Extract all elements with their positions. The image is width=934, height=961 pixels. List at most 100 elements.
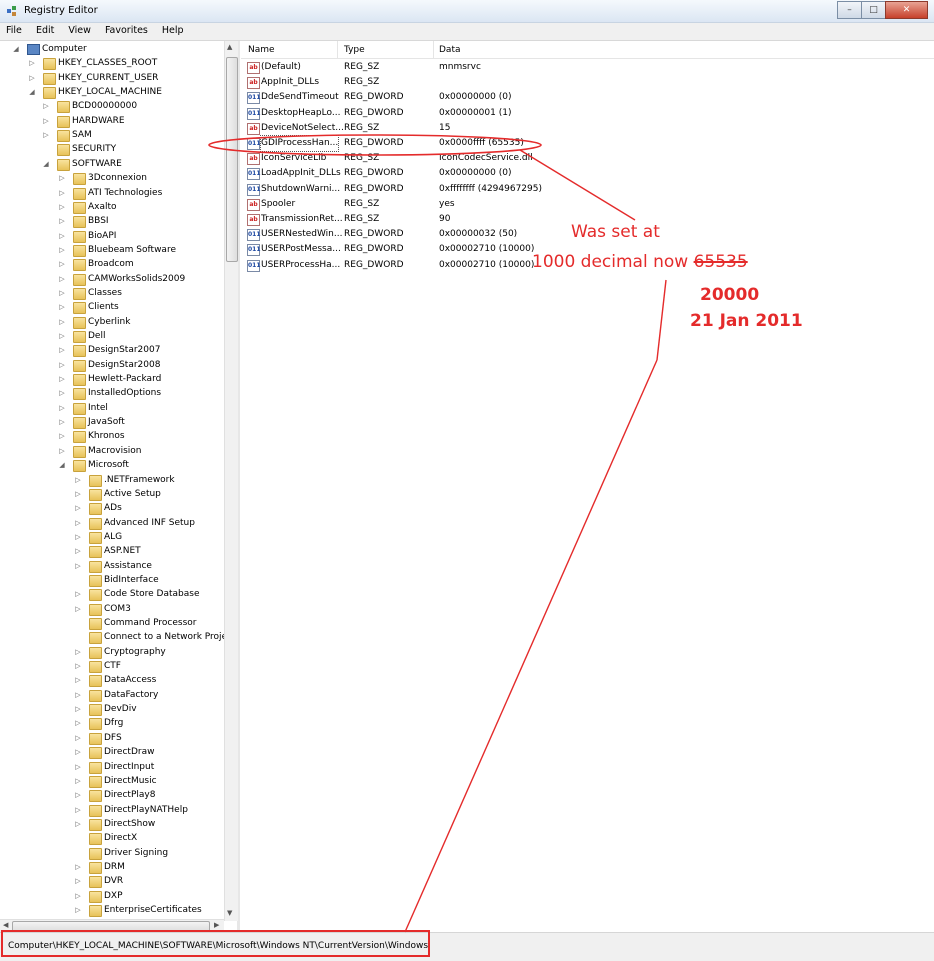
tree-node[interactable]: ▷ Advanced INF Setup: [0, 516, 224, 530]
expand-arrow-icon[interactable]: ▷: [74, 903, 82, 917]
expand-arrow-icon[interactable]: ▷: [74, 530, 82, 544]
collapse-arrow-icon[interactable]: ◢: [58, 458, 66, 472]
tree-node[interactable]: ▷ Assistance: [0, 559, 224, 573]
tree-node[interactable]: DirectX: [0, 831, 224, 846]
tree-node[interactable]: ▷ DesignStar2008: [0, 358, 224, 372]
tree-node[interactable]: ▷ ALG: [0, 530, 224, 544]
tree-node[interactable]: ▷ DRM: [0, 860, 224, 874]
minimize-button[interactable]: –: [837, 1, 862, 19]
tree-node[interactable]: ▷ DataFactory: [0, 688, 224, 702]
tree-vertical-scroll-thumb[interactable]: [226, 57, 238, 262]
expand-arrow-icon[interactable]: ▷: [74, 817, 82, 831]
expand-arrow-icon[interactable]: ▷: [74, 659, 82, 673]
tree-node[interactable]: SECURITY: [0, 142, 224, 157]
tree-node[interactable]: Connect to a Network Projec: [0, 630, 232, 645]
expand-arrow-icon[interactable]: ▷: [58, 272, 66, 286]
expand-arrow-icon[interactable]: ▷: [74, 673, 82, 687]
tree-node[interactable]: ▷ BioAPI: [0, 229, 224, 243]
menu-view[interactable]: View: [62, 23, 96, 36]
tree-node[interactable]: ▷ Khronos: [0, 429, 224, 444]
tree-node[interactable]: ▷ Code Store Database: [0, 587, 224, 602]
expand-arrow-icon[interactable]: ▷: [58, 415, 66, 429]
expand-arrow-icon[interactable]: ▷: [74, 516, 82, 530]
registry-value-row[interactable]: 011 DesktopHeapLo... REG_DWORD 0x00000001 (…: [241, 106, 934, 121]
expand-arrow-icon[interactable]: ▷: [74, 645, 82, 659]
expand-arrow-icon[interactable]: ▷: [58, 300, 66, 314]
expand-arrow-icon[interactable]: ▷: [28, 71, 36, 85]
expand-arrow-icon[interactable]: ▷: [58, 243, 66, 257]
expand-arrow-icon[interactable]: ▷: [74, 716, 82, 730]
scroll-left-arrow-icon[interactable]: ◀: [3, 921, 8, 929]
collapse-arrow-icon[interactable]: ◢: [12, 42, 20, 56]
tree-node[interactable]: ▷ DataAccess: [0, 673, 224, 688]
expand-arrow-icon[interactable]: ▷: [42, 114, 50, 128]
tree-node[interactable]: ▷ Classes: [0, 286, 224, 300]
tree-node[interactable]: ▷ Cryptography: [0, 645, 224, 659]
expand-arrow-icon[interactable]: ▷: [28, 56, 36, 70]
scroll-up-arrow-icon[interactable]: ▲: [227, 43, 232, 51]
tree-node[interactable]: Driver Signing: [0, 846, 224, 860]
tree-node[interactable]: ▷ DirectInput: [0, 760, 224, 774]
registry-value-row[interactable]: 011 DdeSendTimeout REG_DWORD 0x00000000 (0): [241, 90, 934, 105]
registry-value-row[interactable]: ab (Default) REG_SZ mnmsrvc: [241, 60, 934, 75]
tree-node[interactable]: ▷ Cyberlink: [0, 315, 224, 329]
column-header-data[interactable]: Data: [439, 45, 461, 55]
registry-value-row[interactable]: ab IconServiceLib REG_SZ IconCodecService.d…: [241, 151, 934, 166]
tree-node[interactable]: ▷ DVR: [0, 874, 224, 889]
menu-favorites[interactable]: Favorites: [99, 23, 153, 36]
expand-arrow-icon[interactable]: ▷: [58, 171, 66, 185]
expand-arrow-icon[interactable]: ▷: [74, 745, 82, 759]
registry-value-row[interactable]: ab Spooler REG_SZ yes: [241, 197, 934, 212]
tree-node[interactable]: ▷ CTF: [0, 659, 224, 674]
column-divider[interactable]: [337, 41, 338, 58]
tree-node[interactable]: ▷ ADs: [0, 501, 224, 516]
tree-node[interactable]: ▷ DesignStar2007: [0, 343, 224, 358]
expand-arrow-icon[interactable]: ▷: [74, 731, 82, 745]
registry-value-row[interactable]: 011 LoadAppInit_DLLs REG_DWORD 0x00000000 (…: [241, 166, 934, 181]
collapse-arrow-icon[interactable]: ◢: [42, 157, 50, 171]
expand-arrow-icon[interactable]: ▷: [74, 889, 82, 903]
tree-node[interactable]: ◢ Microsoft: [0, 458, 224, 473]
expand-arrow-icon[interactable]: ▷: [74, 760, 82, 774]
column-header-type[interactable]: Type: [344, 45, 365, 55]
close-button[interactable]: ✕: [885, 1, 928, 19]
tree-node[interactable]: Command Processor: [0, 616, 224, 630]
expand-arrow-icon[interactable]: ▷: [58, 343, 66, 357]
expand-arrow-icon[interactable]: ▷: [74, 860, 82, 874]
registry-value-row[interactable]: 011 ShutdownWarni... REG_DWORD 0xffffffff (…: [241, 182, 934, 197]
tree-node[interactable]: ▷ DFS: [0, 731, 224, 745]
expand-arrow-icon[interactable]: ▷: [74, 688, 82, 702]
tree-node[interactable]: ▷ DirectPlay8: [0, 788, 224, 803]
registry-value-row[interactable]: 011 GDIProcessHan... REG_DWORD 0x0000ffff (…: [241, 135, 934, 152]
tree-node[interactable]: ▷ HARDWARE: [0, 114, 224, 128]
expand-arrow-icon[interactable]: ▷: [58, 372, 66, 386]
tree-node[interactable]: ◢ SOFTWARE: [0, 157, 224, 171]
expand-arrow-icon[interactable]: ▷: [58, 358, 66, 372]
tree-node[interactable]: ▷ DirectMusic: [0, 774, 224, 788]
tree-node[interactable]: ▷ Bluebeam Software: [0, 243, 224, 257]
menu-file[interactable]: File: [0, 23, 27, 36]
expand-arrow-icon[interactable]: ▷: [74, 874, 82, 888]
expand-arrow-icon[interactable]: ▷: [58, 186, 66, 200]
expand-arrow-icon[interactable]: ▷: [74, 587, 82, 601]
tree-node[interactable]: ▷ JavaSoft: [0, 415, 224, 430]
tree-node[interactable]: ▷ SAM: [0, 128, 224, 143]
tree-node[interactable]: ▷ Dell: [0, 329, 224, 343]
tree-node[interactable]: ▷ ATI Technologies: [0, 186, 224, 200]
menu-help[interactable]: Help: [156, 23, 189, 36]
tree-node[interactable]: ▷ Macrovision: [0, 444, 224, 458]
tree-node[interactable]: ▷ DirectShow: [0, 817, 224, 831]
tree-horizontal-scroll-thumb[interactable]: [12, 921, 210, 932]
tree-node[interactable]: ▷ InstalledOptions: [0, 386, 224, 401]
expand-arrow-icon[interactable]: ▷: [74, 544, 82, 558]
tree-node[interactable]: ▷ ASP.NET: [0, 544, 224, 559]
tree-node[interactable]: ▷ Active Setup: [0, 487, 224, 501]
tree-node[interactable]: ▷ 3Dconnexion: [0, 171, 224, 186]
expand-arrow-icon[interactable]: ▷: [58, 214, 66, 228]
tree-node[interactable]: ▷ Hewlett-Packard: [0, 372, 224, 387]
expand-arrow-icon[interactable]: ▷: [42, 128, 50, 142]
tree-node[interactable]: ▷ DXP: [0, 889, 224, 903]
expand-arrow-icon[interactable]: ▷: [74, 473, 82, 487]
tree-horizontal-scrollbar[interactable]: ◀ ▶: [0, 919, 224, 932]
expand-arrow-icon[interactable]: ▷: [74, 774, 82, 788]
